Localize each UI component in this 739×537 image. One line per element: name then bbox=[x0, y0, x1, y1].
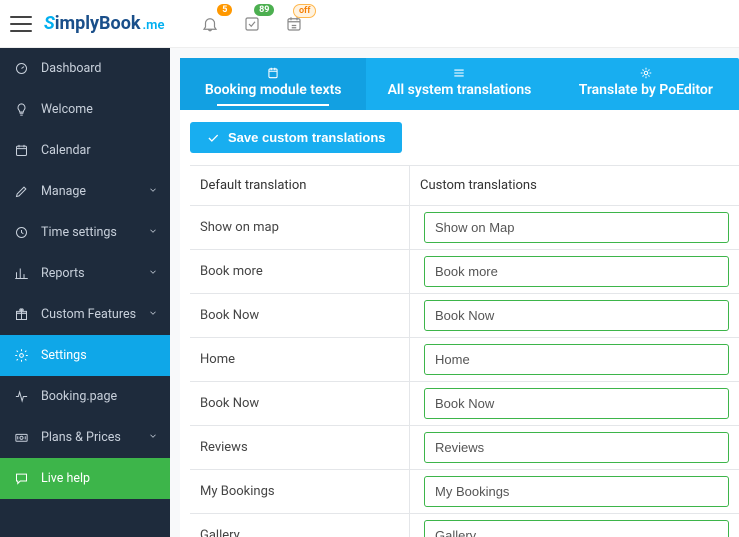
default-translation-cell: Home bbox=[190, 338, 410, 381]
custom-translation-input[interactable] bbox=[424, 432, 729, 463]
check-icon bbox=[206, 131, 220, 145]
sidebar-item-welcome[interactable]: Welcome bbox=[0, 89, 170, 130]
custom-translation-input[interactable] bbox=[424, 212, 729, 243]
tab-translate-by-poeditor[interactable]: Translate by PoEditor bbox=[553, 58, 739, 110]
tab-label: All system translations bbox=[388, 82, 532, 98]
pulse-icon bbox=[14, 389, 29, 404]
default-translation-cell: Book Now bbox=[190, 382, 410, 425]
sidebar-item-label: Custom Features bbox=[41, 307, 136, 322]
tab-icon bbox=[266, 66, 280, 80]
table-row: Home bbox=[190, 338, 739, 382]
bulb-icon bbox=[14, 102, 29, 117]
booking-status-icon[interactable]: off bbox=[282, 12, 306, 36]
tasks-badge: 89 bbox=[254, 4, 274, 16]
table-header: Default translation Custom translations bbox=[190, 166, 739, 206]
sidebar-item-manage[interactable]: Manage bbox=[0, 171, 170, 212]
sidebar-item-label: Time settings bbox=[41, 225, 117, 240]
default-translation-cell: Book Now bbox=[190, 294, 410, 337]
tab-icon bbox=[452, 66, 466, 80]
tab-booking-module-texts[interactable]: Booking module texts bbox=[180, 58, 366, 110]
calendar-icon bbox=[14, 143, 29, 158]
tasks-icon[interactable]: 89 bbox=[240, 12, 264, 36]
table-row: Reviews bbox=[190, 426, 739, 470]
chevron-down-icon bbox=[148, 307, 158, 322]
sidebar-item-booking-page[interactable]: Booking.page bbox=[0, 376, 170, 417]
sidebar-item-label: Dashboard bbox=[41, 61, 101, 76]
gear-icon bbox=[14, 348, 29, 363]
gauge-icon bbox=[14, 61, 29, 76]
sidebar-item-label: Calendar bbox=[41, 143, 91, 158]
sidebar-item-label: Settings bbox=[41, 348, 87, 363]
gift-icon bbox=[14, 307, 29, 322]
sidebar-item-label: Live help bbox=[41, 471, 90, 486]
tab-icon bbox=[639, 66, 653, 80]
sidebar-item-time-settings[interactable]: Time settings bbox=[0, 212, 170, 253]
default-translation-cell: Show on map bbox=[190, 206, 410, 249]
sidebar-item-dashboard[interactable]: Dashboard bbox=[0, 48, 170, 89]
pencil-icon bbox=[14, 184, 29, 199]
table-row: Book Now bbox=[190, 294, 739, 338]
custom-translation-input[interactable] bbox=[424, 388, 729, 419]
default-translation-cell: Gallery bbox=[190, 514, 410, 537]
booking-status-badge: off bbox=[293, 4, 317, 18]
sidebar-item-label: Plans & Prices bbox=[41, 430, 121, 445]
clock-icon bbox=[14, 225, 29, 240]
chevron-down-icon bbox=[148, 266, 158, 281]
money-icon bbox=[14, 430, 29, 445]
logo[interactable]: SimplyBook.me bbox=[44, 13, 164, 34]
sidebar-item-label: Reports bbox=[41, 266, 85, 281]
notifications-icon[interactable]: 5 bbox=[198, 12, 222, 36]
translations-table: Default translation Custom translations … bbox=[190, 165, 739, 537]
custom-translation-input[interactable] bbox=[424, 520, 729, 537]
custom-translation-input[interactable] bbox=[424, 300, 729, 331]
menu-toggle[interactable] bbox=[10, 16, 32, 32]
table-row: Book Now bbox=[190, 382, 739, 426]
sidebar-item-live-help[interactable]: Live help bbox=[0, 458, 170, 499]
content: Save custom translations Default transla… bbox=[180, 110, 739, 537]
topbar: SimplyBook.me 5 89 off bbox=[0, 0, 739, 48]
table-row: My Bookings bbox=[190, 470, 739, 514]
sidebar-item-label: Welcome bbox=[41, 102, 93, 117]
sidebar-item-calendar[interactable]: Calendar bbox=[0, 130, 170, 171]
default-translation-cell: My Bookings bbox=[190, 470, 410, 513]
tabs: Booking module texts All system translati… bbox=[180, 58, 739, 110]
chevron-down-icon bbox=[148, 184, 158, 199]
header-custom: Custom translations bbox=[410, 166, 739, 205]
header-default: Default translation bbox=[190, 166, 410, 205]
chart-icon bbox=[14, 266, 29, 281]
custom-translation-input[interactable] bbox=[424, 344, 729, 375]
save-button[interactable]: Save custom translations bbox=[190, 122, 402, 153]
default-translation-cell: Reviews bbox=[190, 426, 410, 469]
sidebar-item-settings[interactable]: Settings bbox=[0, 335, 170, 376]
notifications-badge: 5 bbox=[217, 4, 232, 16]
table-row: Gallery bbox=[190, 514, 739, 537]
sidebar-item-custom-features[interactable]: Custom Features bbox=[0, 294, 170, 335]
tab-label: Translate by PoEditor bbox=[579, 82, 713, 98]
sidebar-item-plans-prices[interactable]: Plans & Prices bbox=[0, 417, 170, 458]
main-content: Booking module texts All system translati… bbox=[170, 48, 739, 537]
tab-label: Booking module texts bbox=[205, 82, 342, 98]
chat-icon bbox=[14, 471, 29, 486]
default-translation-cell: Book more bbox=[190, 250, 410, 293]
table-row: Show on map bbox=[190, 206, 739, 250]
chevron-down-icon bbox=[148, 430, 158, 445]
custom-translation-input[interactable] bbox=[424, 256, 729, 287]
custom-translation-input[interactable] bbox=[424, 476, 729, 507]
table-row: Book more bbox=[190, 250, 739, 294]
chevron-down-icon bbox=[148, 225, 158, 240]
sidebar-item-reports[interactable]: Reports bbox=[0, 253, 170, 294]
tab-all-system-translations[interactable]: All system translations bbox=[366, 58, 552, 110]
sidebar-item-label: Booking.page bbox=[41, 389, 117, 404]
sidebar-item-label: Manage bbox=[41, 184, 86, 199]
top-icons: 5 89 off bbox=[198, 12, 306, 36]
sidebar: Dashboard Welcome Calendar Manage Time setti… bbox=[0, 48, 170, 537]
